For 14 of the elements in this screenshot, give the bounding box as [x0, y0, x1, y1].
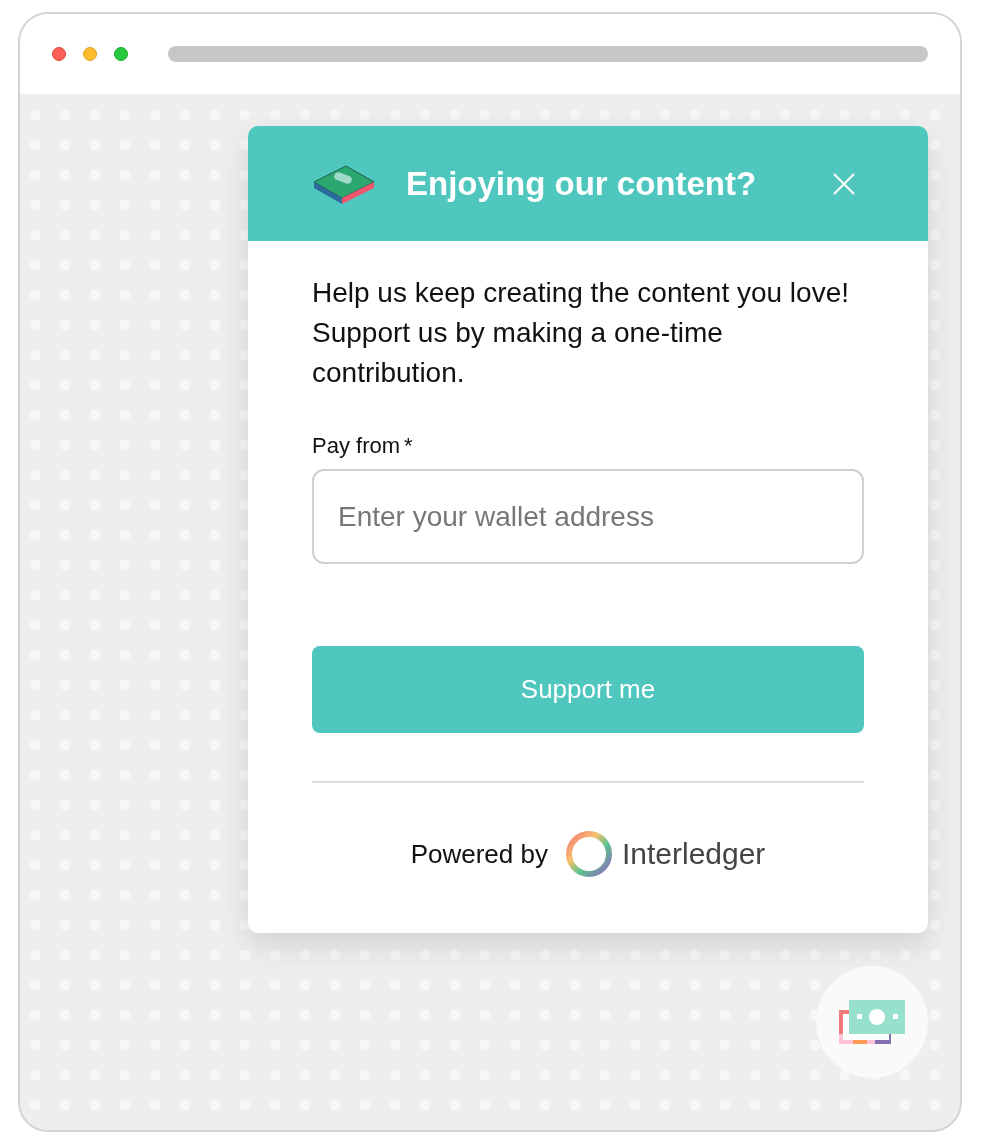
brand-name: Interledger [621, 837, 766, 871]
required-mark: * [404, 433, 413, 459]
maximize-window-icon[interactable] [114, 47, 128, 61]
popup-title: Enjoying our content? [406, 164, 758, 203]
close-window-icon[interactable] [52, 47, 66, 61]
powered-by-text: Powered by [410, 838, 548, 870]
banknote-icon [839, 1000, 905, 1044]
support-button[interactable]: Support me [312, 646, 864, 733]
ring-logo-icon [563, 829, 614, 879]
field-label: Pay from [312, 433, 401, 459]
close-icon[interactable] [832, 171, 856, 196]
minimize-window-icon[interactable] [83, 47, 97, 61]
wallet-address-field[interactable]: Enter your wallet address [312, 469, 864, 564]
support-message: Help us keep creating the content you love! Support us by making a one-time contribution. [312, 276, 850, 390]
